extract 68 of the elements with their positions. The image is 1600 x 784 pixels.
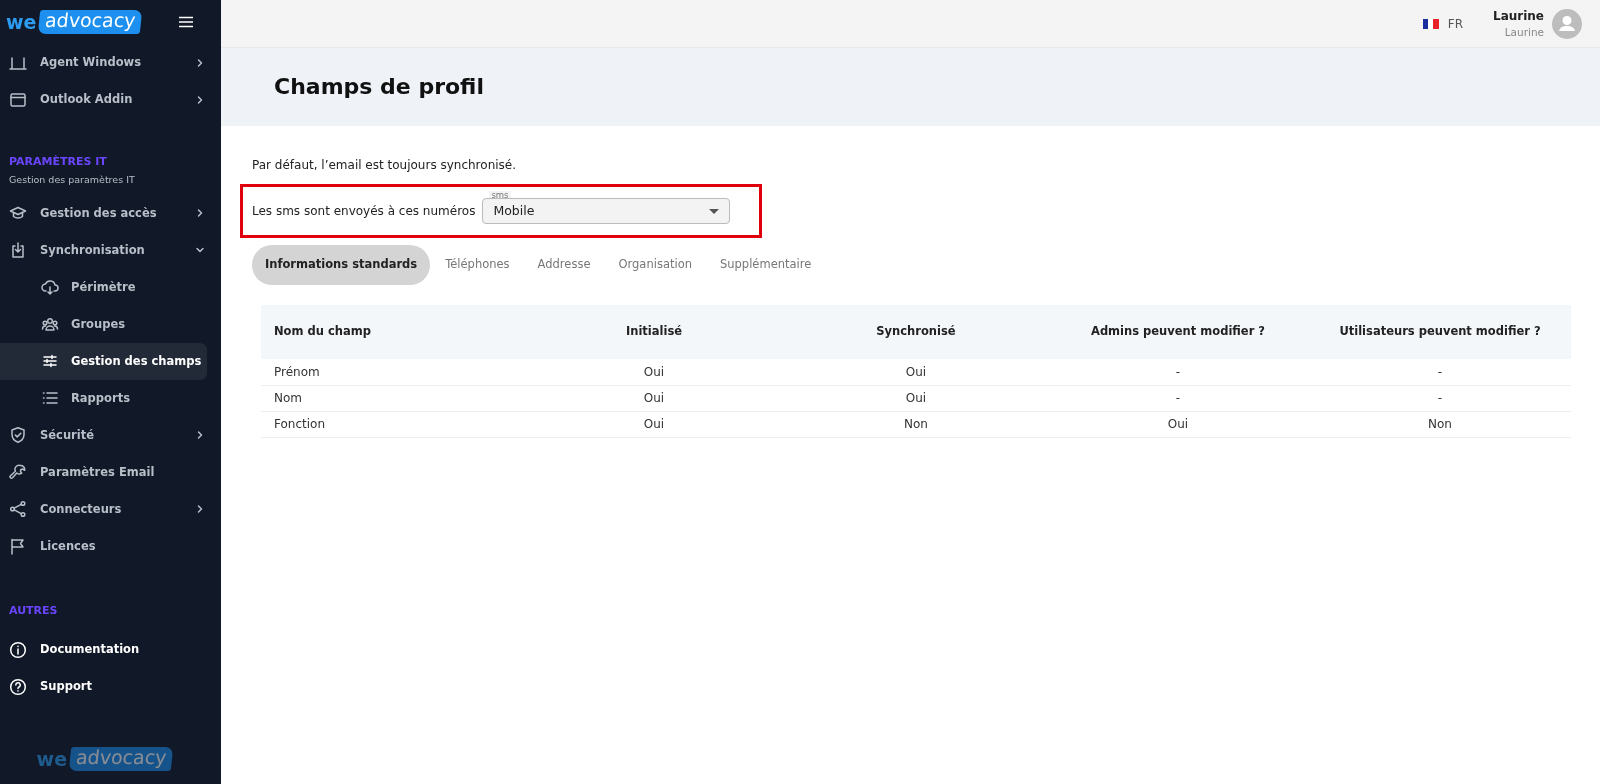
chevron-right-icon xyxy=(195,504,205,515)
table-cell: Oui xyxy=(523,411,785,437)
chevron-right-icon xyxy=(195,94,205,105)
table-cell: Non xyxy=(785,411,1047,437)
wrench-icon xyxy=(9,463,27,482)
column-header: Synchronisé xyxy=(785,305,1047,359)
download-icon xyxy=(9,241,27,260)
chevron-right-icon xyxy=(195,57,205,68)
sidebar-item[interactable]: Sécurité xyxy=(0,416,221,454)
table-cell: Oui xyxy=(785,359,1047,385)
logo: we advocacy xyxy=(6,10,142,34)
column-header: Utilisateurs peuvent modifier ? xyxy=(1309,305,1571,359)
table-cell: Fonction xyxy=(261,411,523,437)
section-title: PARAMÈTRES IT xyxy=(8,154,108,170)
column-header: Admins peuvent modifier ? xyxy=(1047,305,1309,359)
info-icon xyxy=(9,640,27,659)
sidebar-item[interactable]: Agent Windows xyxy=(0,44,221,81)
table-cell: Non xyxy=(1309,411,1571,437)
sidebar-item[interactable]: Connecteurs xyxy=(0,490,221,528)
tab[interactable]: Addresse xyxy=(524,245,604,285)
share-icon xyxy=(9,500,27,519)
sidebar-item[interactable]: Documentation xyxy=(0,631,221,669)
sidebar-subitem[interactable]: Rapports xyxy=(0,379,221,417)
shield-check-icon xyxy=(9,426,27,445)
sidebar-subitem[interactable]: Périmètre xyxy=(0,268,221,306)
table-cell: Oui xyxy=(523,385,785,411)
table-cell: Oui xyxy=(785,385,1047,411)
table-cell: - xyxy=(1309,385,1571,411)
caret-icon xyxy=(709,208,720,214)
flag-icon xyxy=(9,537,27,556)
sidebar-item[interactable]: Synchronisation xyxy=(0,231,221,269)
french-flag-icon xyxy=(1422,18,1439,29)
sidebar-item[interactable]: Gestion des accès xyxy=(0,194,221,232)
column-header: Nom du champ xyxy=(261,305,523,359)
sidebar-item[interactable]: Paramètres Email xyxy=(0,453,221,491)
tab[interactable]: Organisation xyxy=(605,245,705,285)
table-cell: Oui xyxy=(1047,411,1309,437)
table-cell: - xyxy=(1047,359,1309,385)
table-cell: - xyxy=(1309,359,1571,385)
table-cell: Nom xyxy=(261,385,523,411)
help-icon xyxy=(9,677,27,696)
tab[interactable]: Supplémentaire xyxy=(706,245,825,285)
chevron-right-icon xyxy=(195,208,205,219)
section-subtitle: Gestion des paramètres IT xyxy=(8,172,136,187)
menu-icon[interactable] xyxy=(179,16,193,28)
footer-logo: we advocacy xyxy=(36,747,173,772)
section-title: AUTRES xyxy=(8,602,59,619)
tab[interactable]: Téléphones xyxy=(432,245,523,285)
tab[interactable]: Informations standards xyxy=(252,245,431,285)
sidebar-item[interactable]: Licences xyxy=(0,527,221,565)
user-name: Laurine xyxy=(1493,7,1544,25)
info-text: Par défaut, l’email est toujours synchronisé. xyxy=(252,157,518,174)
table-cell: - xyxy=(1047,385,1309,411)
page-title: Champs de profil xyxy=(274,73,484,101)
sms-label: Les sms sont envoyés à ces numéros xyxy=(252,203,476,220)
sidebar-item[interactable]: Outlook Addin xyxy=(0,81,221,118)
table-cell: Prénom xyxy=(261,359,523,385)
window-icon xyxy=(9,90,27,109)
user-subtitle: Laurine xyxy=(1504,24,1544,40)
sidebar-item[interactable]: Support xyxy=(0,668,221,706)
sidebar-subitem[interactable]: Groupes xyxy=(0,305,221,343)
sidebar-subitem[interactable]: Gestion des champs xyxy=(0,342,207,380)
group-icon xyxy=(41,315,59,334)
column-header: Initialisé xyxy=(523,305,785,359)
chevron-right-icon xyxy=(195,430,205,441)
table-cell: Oui xyxy=(523,359,785,385)
language-code[interactable]: FR xyxy=(1447,14,1463,33)
cloud-download-icon xyxy=(41,278,59,297)
